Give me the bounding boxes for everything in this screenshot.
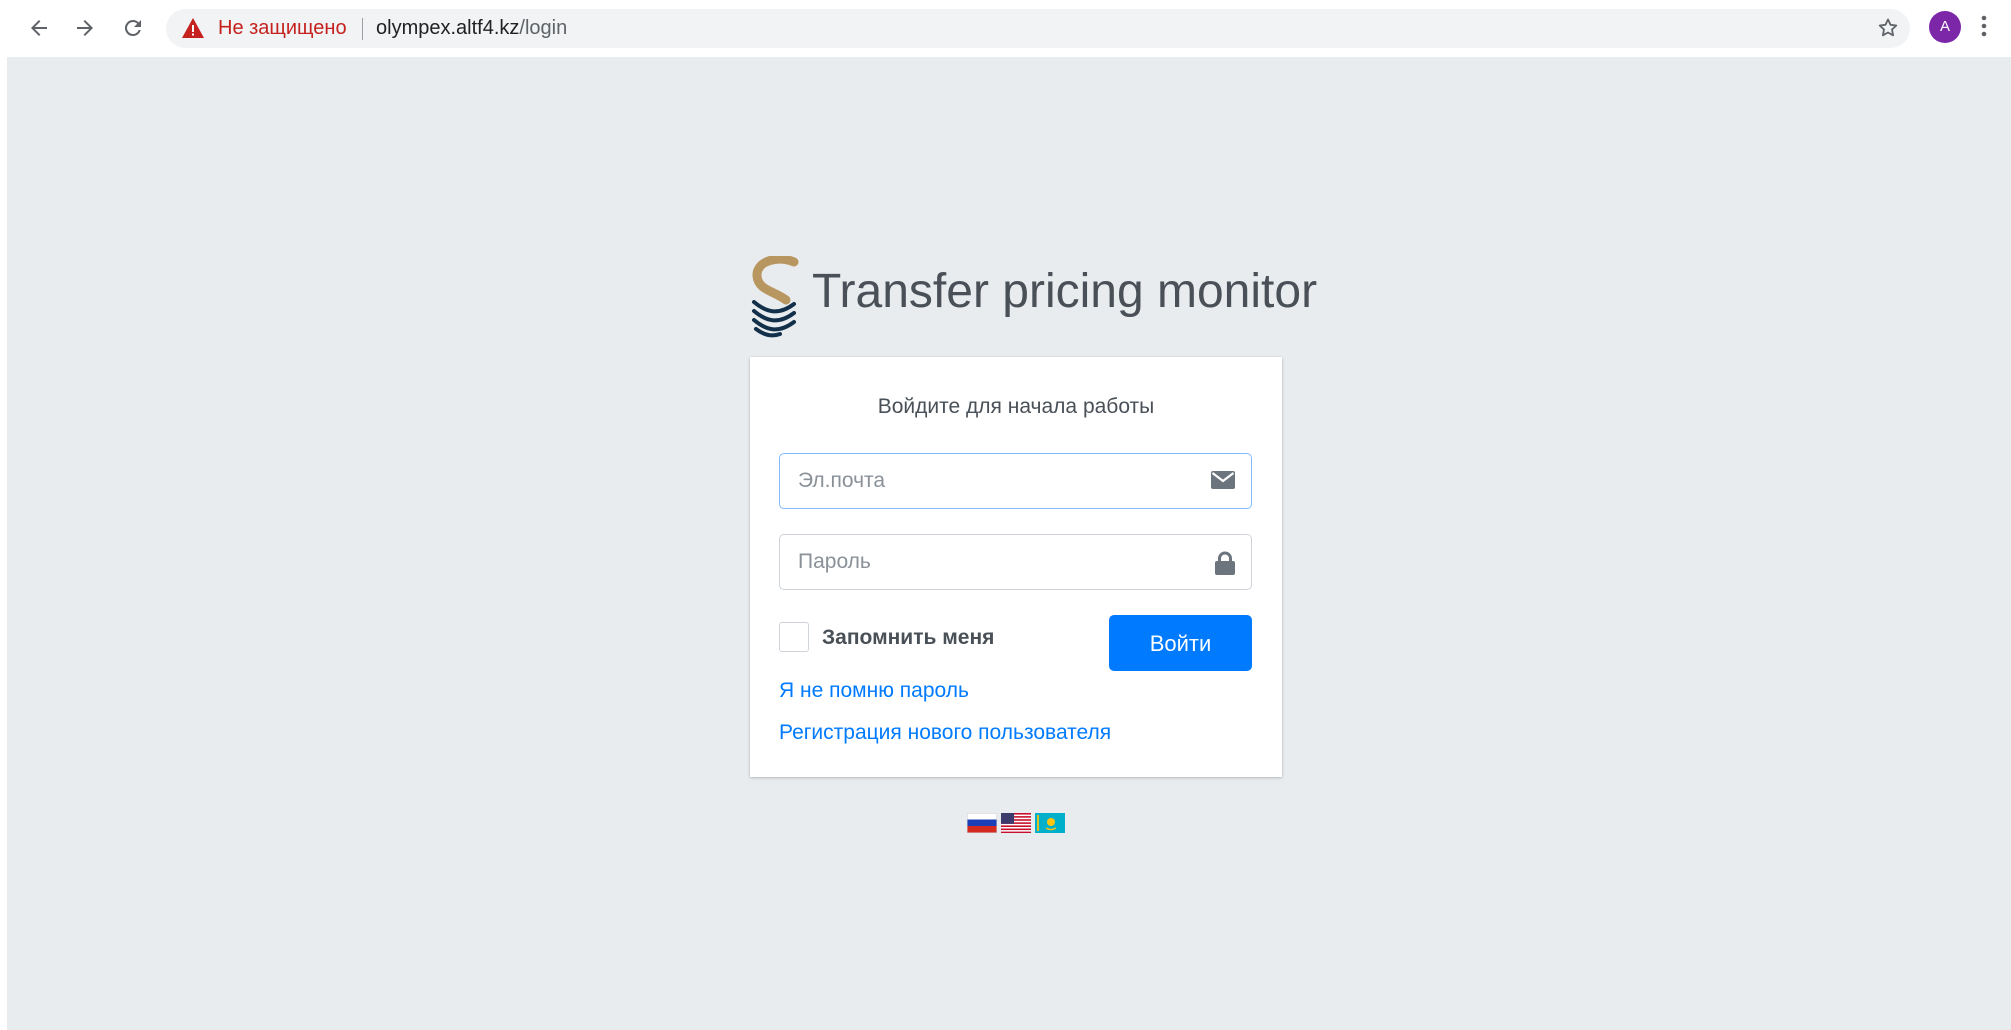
email-input[interactable] xyxy=(780,454,1180,508)
ru-flag-icon[interactable] xyxy=(967,813,997,833)
us-flag-icon[interactable] xyxy=(1001,813,1031,833)
page-content: Transfer pricing monitor Войдите для нач… xyxy=(7,57,2011,1030)
login-card: Войдите для начала работы Запомнить меня… xyxy=(750,357,1282,777)
logo-mark-icon xyxy=(752,256,799,338)
profile-avatar[interactable]: A xyxy=(1929,11,1961,43)
arrow-right-icon xyxy=(77,20,93,36)
address-bar[interactable]: Не защищено olympex.altf4.kz/login xyxy=(166,9,1910,48)
email-field xyxy=(779,453,1252,509)
url-path: /login xyxy=(519,17,568,39)
forward-button[interactable] xyxy=(68,10,102,46)
url-text[interactable]: olympex.altf4.kz/login xyxy=(376,9,567,48)
app-title: Transfer pricing monitor xyxy=(812,265,1318,318)
remember-label[interactable]: Запомнить меня xyxy=(822,626,994,650)
kz-flag-icon[interactable] xyxy=(1035,813,1065,833)
more-vert-icon[interactable] xyxy=(1980,12,1988,40)
password-input[interactable] xyxy=(780,535,1180,589)
security-status[interactable]: Не защищено xyxy=(218,9,347,48)
back-button[interactable] xyxy=(22,10,56,46)
browser-toolbar: Не защищено olympex.altf4.kz/login A xyxy=(0,0,2011,56)
login-button[interactable]: Войти xyxy=(1109,615,1252,671)
reload-icon xyxy=(124,19,141,36)
forgot-password-link[interactable]: Я не помню пароль xyxy=(779,679,969,703)
url-host: olympex.altf4.kz xyxy=(376,17,520,39)
warning-icon xyxy=(182,18,204,38)
omnibox-divider xyxy=(362,18,363,40)
arrow-left-icon xyxy=(31,20,47,36)
login-message: Войдите для начала работы xyxy=(877,395,1155,418)
remember-checkbox[interactable] xyxy=(779,622,809,652)
register-link[interactable]: Регистрация нового пользователя xyxy=(779,721,1111,745)
lock-icon xyxy=(1215,551,1235,575)
password-field xyxy=(779,534,1252,590)
bookmark-star-icon[interactable] xyxy=(1876,16,1900,40)
envelope-icon xyxy=(1211,471,1235,489)
reload-button[interactable] xyxy=(116,10,150,46)
